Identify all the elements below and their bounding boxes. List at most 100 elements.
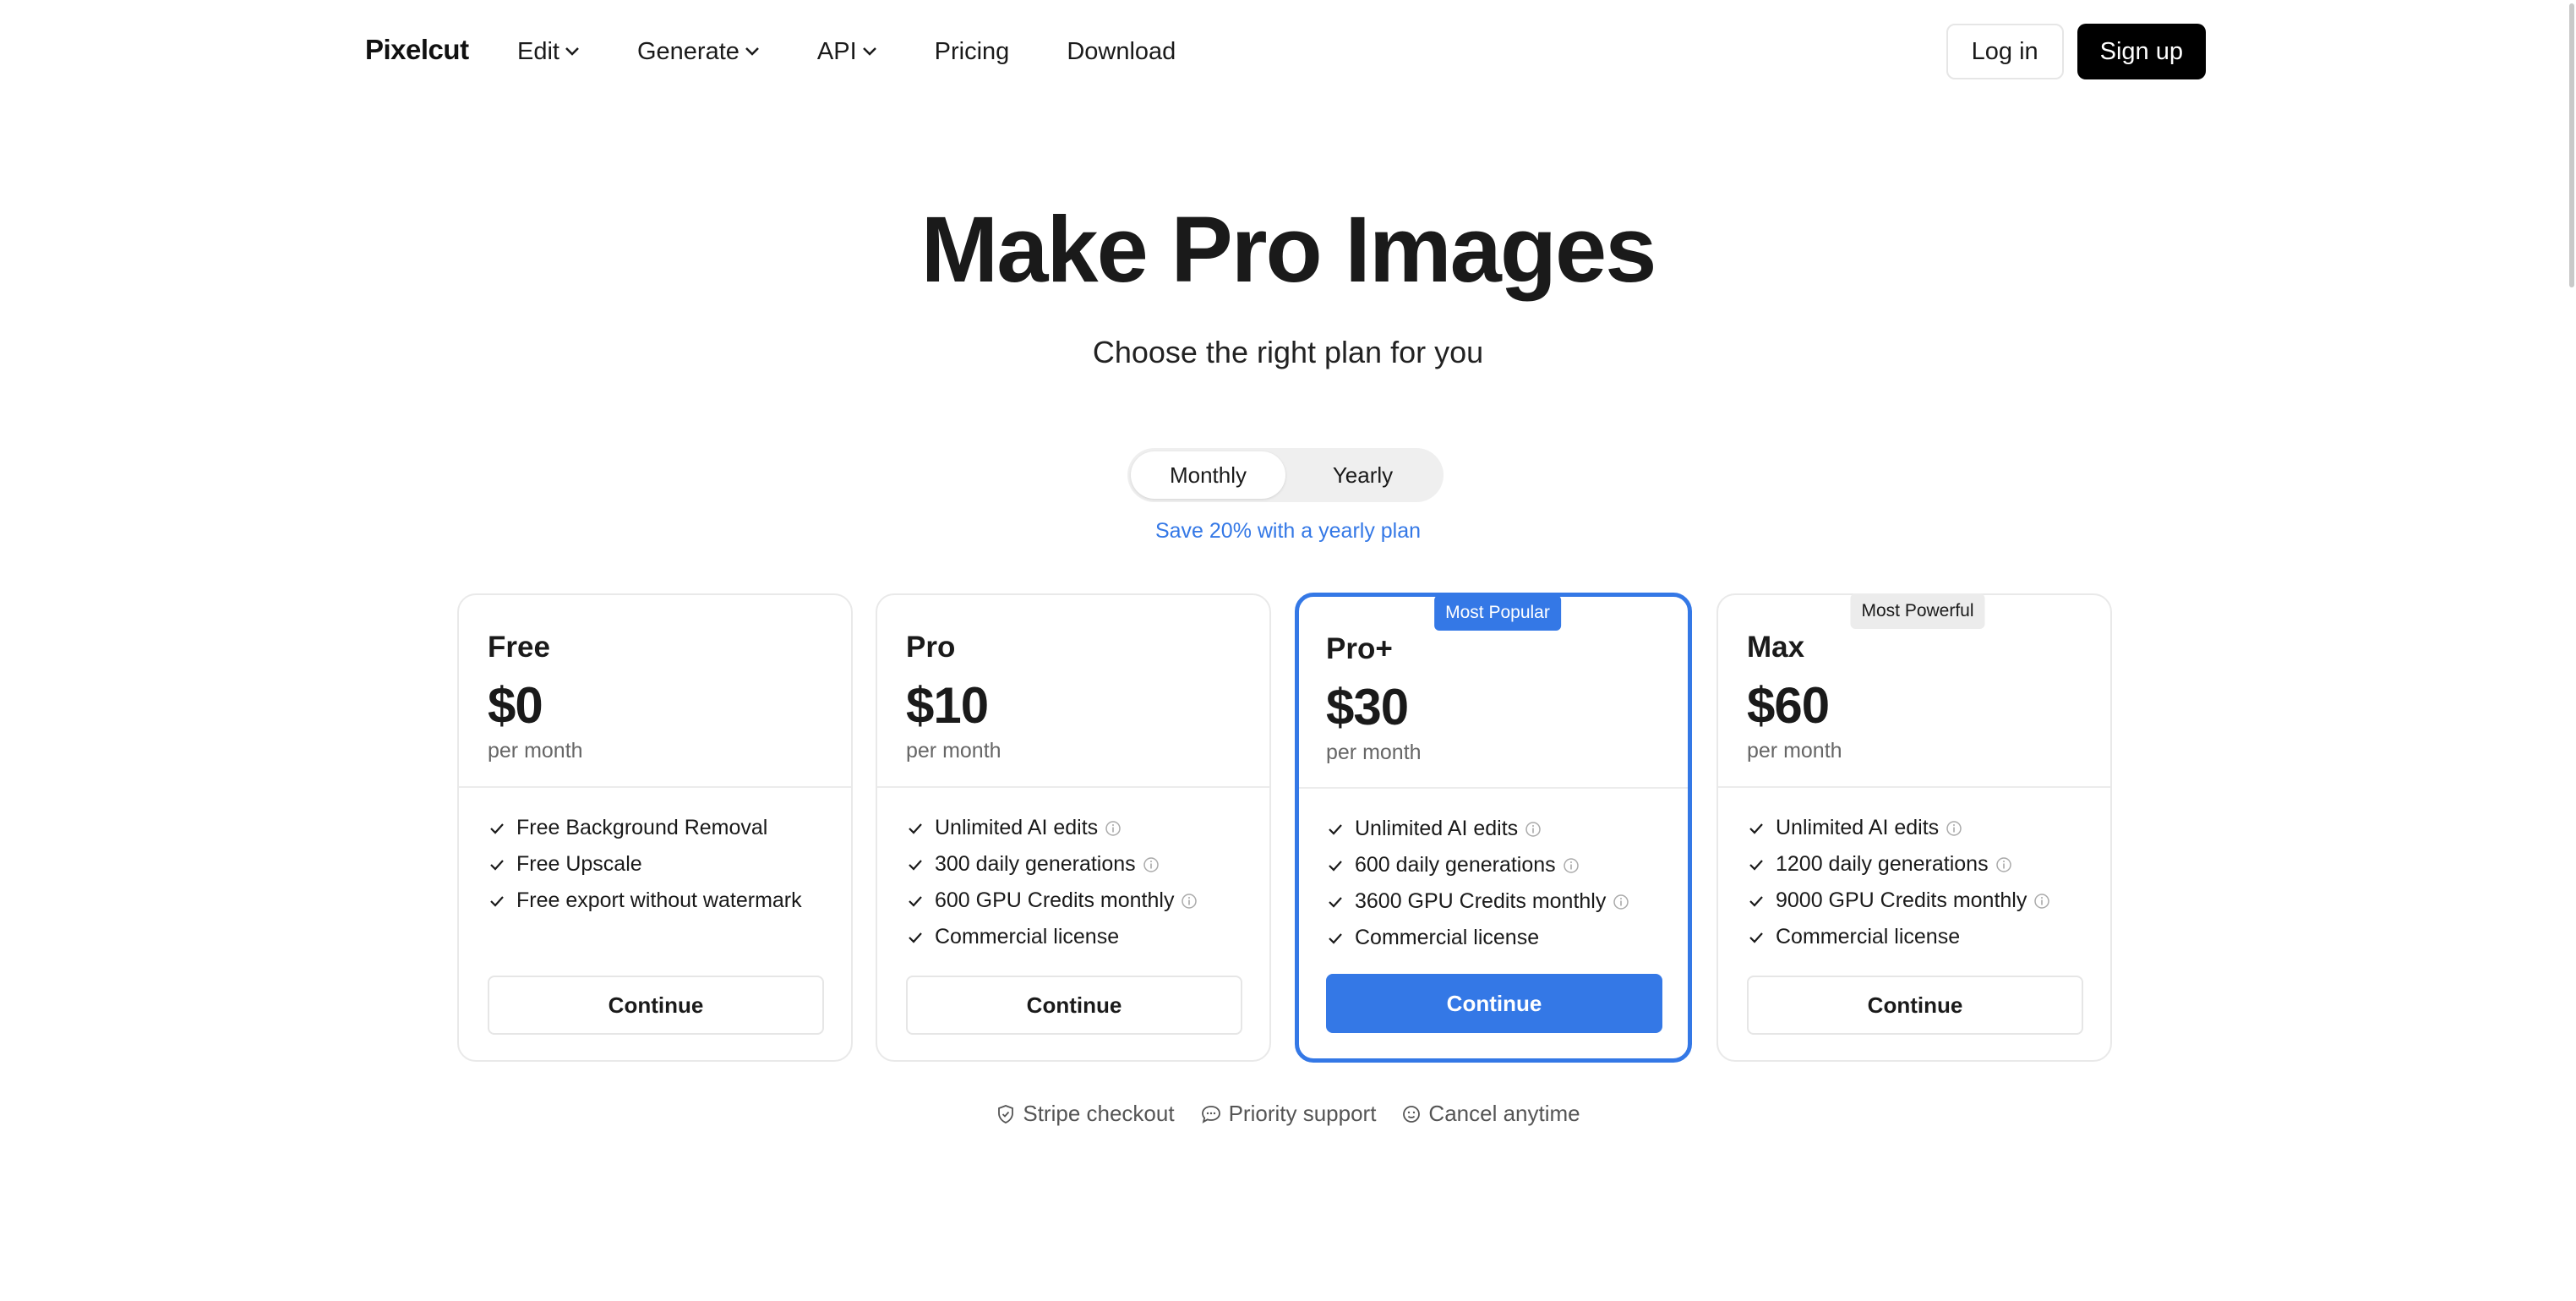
feature-text: Commercial license (1776, 925, 1961, 948)
scrollbar-thumb[interactable] (2569, 3, 2574, 287)
check-icon (490, 823, 504, 834)
top-nav: Pixelcut Edit Generate API Pricing Downl… (0, 0, 2576, 103)
plan-period: per month (1326, 741, 1422, 764)
check-icon (490, 859, 504, 871)
signup-button[interactable]: Sign up (2077, 24, 2206, 79)
feature-item: Free export without watermark (488, 883, 802, 919)
auth-buttons: Log in Sign up (1946, 24, 2206, 79)
toggle-yearly[interactable]: Yearly (1285, 451, 1440, 499)
info-icon[interactable] (2033, 893, 2050, 910)
feature-text: Unlimited AI edits (1355, 817, 1519, 840)
feature-item: Commercial license (906, 919, 1198, 955)
feature-list: Unlimited AI edits 600 daily generations… (1326, 811, 1629, 956)
nav-pricing[interactable]: Pricing (935, 34, 1010, 69)
feature-item: Unlimited AI edits (906, 810, 1198, 846)
feature-text: 3600 GPU Credits monthly (1355, 889, 1607, 913)
info-icon[interactable] (1995, 856, 2012, 873)
chevron-down-icon (862, 47, 876, 56)
plan-price: $0 (488, 677, 543, 734)
plan-period: per month (1747, 739, 1842, 763)
info-icon[interactable] (1613, 894, 1629, 910)
check-icon (1749, 895, 1763, 907)
chevron-down-icon (565, 47, 579, 56)
info-icon[interactable] (1563, 857, 1580, 874)
trust-row: Stripe checkout Priority support Cancel … (0, 1101, 2576, 1127)
plan-name: Pro+ (1326, 632, 1393, 665)
feature-text: 600 daily generations (1355, 853, 1556, 877)
billing-toggle: Monthly Yearly (1127, 448, 1444, 502)
card-divider (877, 786, 1269, 788)
plan-card-pro: Pro $10 per month Unlimited AI edits 300… (876, 593, 1271, 1062)
feature-text: 600 GPU Credits monthly (935, 888, 1175, 912)
feature-item: 600 GPU Credits monthly (906, 883, 1198, 919)
plan-price: $10 (906, 677, 989, 734)
feature-text: 1200 daily generations (1776, 852, 1989, 876)
card-divider (1718, 786, 2110, 788)
info-icon[interactable] (1181, 893, 1198, 910)
check-icon (1329, 860, 1342, 872)
nav-api[interactable]: API (817, 34, 877, 69)
nav-edit-label: Edit (517, 37, 559, 65)
check-icon (1329, 823, 1342, 835)
feature-item: 3600 GPU Credits monthly (1326, 883, 1629, 920)
feature-text: Free Background Removal (516, 816, 768, 839)
trust-label: Priority support (1228, 1101, 1377, 1126)
continue-button-pro[interactable]: Continue (906, 976, 1242, 1035)
check-icon (1749, 932, 1763, 943)
toggle-monthly[interactable]: Monthly (1131, 451, 1285, 499)
plan-period: per month (488, 739, 583, 763)
trust-label: Stripe checkout (1023, 1101, 1175, 1126)
feature-list: Unlimited AI edits 1200 daily generation… (1747, 810, 2050, 955)
check-icon (909, 859, 922, 871)
info-icon[interactable] (1143, 856, 1160, 873)
info-icon[interactable] (1105, 820, 1122, 837)
nav-links: Edit Generate API Pricing Download (517, 34, 1233, 69)
trust-item-cancel: Cancel anytime (1401, 1101, 1580, 1127)
info-icon[interactable] (1946, 820, 1962, 837)
logo[interactable]: Pixelcut (365, 34, 469, 66)
feature-item: Unlimited AI edits (1747, 810, 2050, 846)
feature-item: 9000 GPU Credits monthly (1747, 883, 2050, 919)
continue-button-max[interactable]: Continue (1747, 976, 2083, 1035)
feature-item: Commercial license (1326, 920, 1629, 956)
feature-list: Free Background Removal Free Upscale Fre… (488, 810, 802, 919)
plan-name: Pro (906, 631, 956, 664)
continue-button-free[interactable]: Continue (488, 976, 824, 1035)
feature-item: 600 daily generations (1326, 847, 1629, 883)
login-button[interactable]: Log in (1946, 24, 2064, 79)
feature-text: 300 daily generations (935, 852, 1136, 876)
nav-download-label: Download (1067, 37, 1176, 65)
check-icon (1329, 932, 1342, 944)
plan-name: Max (1747, 631, 1805, 664)
feature-item: Free Upscale (488, 846, 802, 883)
trust-item-stripe: Stripe checkout (996, 1101, 1175, 1127)
check-icon (909, 932, 922, 943)
check-icon (1749, 823, 1763, 834)
plan-card-free: Free $0 per month Free Background Remova… (457, 593, 853, 1062)
nav-edit[interactable]: Edit (517, 34, 580, 69)
feature-text: 9000 GPU Credits monthly (1776, 888, 2028, 912)
trust-label: Cancel anytime (1428, 1101, 1580, 1126)
most-powerful-badge: Most Powerful (1850, 593, 1985, 629)
nav-generate-label: Generate (636, 37, 740, 65)
info-icon[interactable] (1525, 821, 1542, 838)
shield-check-icon (998, 1104, 1014, 1123)
feature-text: Commercial license (935, 925, 1120, 948)
page-scrollbar[interactable] (2568, 0, 2576, 1301)
feature-text: Free Upscale (516, 852, 642, 876)
nav-download[interactable]: Download (1067, 34, 1176, 69)
plan-period: per month (906, 739, 1001, 763)
feature-list: Unlimited AI edits 300 daily generations… (906, 810, 1198, 955)
trust-item-support: Priority support (1200, 1101, 1377, 1127)
plan-card-max: Most Powerful Max $60 per month Unlimite… (1716, 593, 2112, 1062)
nav-generate[interactable]: Generate (637, 34, 760, 69)
feature-text: Free export without watermark (516, 888, 802, 912)
feature-text: Commercial license (1355, 926, 1540, 949)
smiley-icon (1403, 1105, 1421, 1123)
feature-item: 300 daily generations (906, 846, 1198, 883)
continue-button-pro-plus[interactable]: Continue (1326, 974, 1662, 1033)
card-divider (459, 786, 851, 788)
feature-item: Unlimited AI edits (1326, 811, 1629, 847)
plan-price: $30 (1326, 679, 1409, 735)
feature-text: Unlimited AI edits (935, 816, 1099, 839)
